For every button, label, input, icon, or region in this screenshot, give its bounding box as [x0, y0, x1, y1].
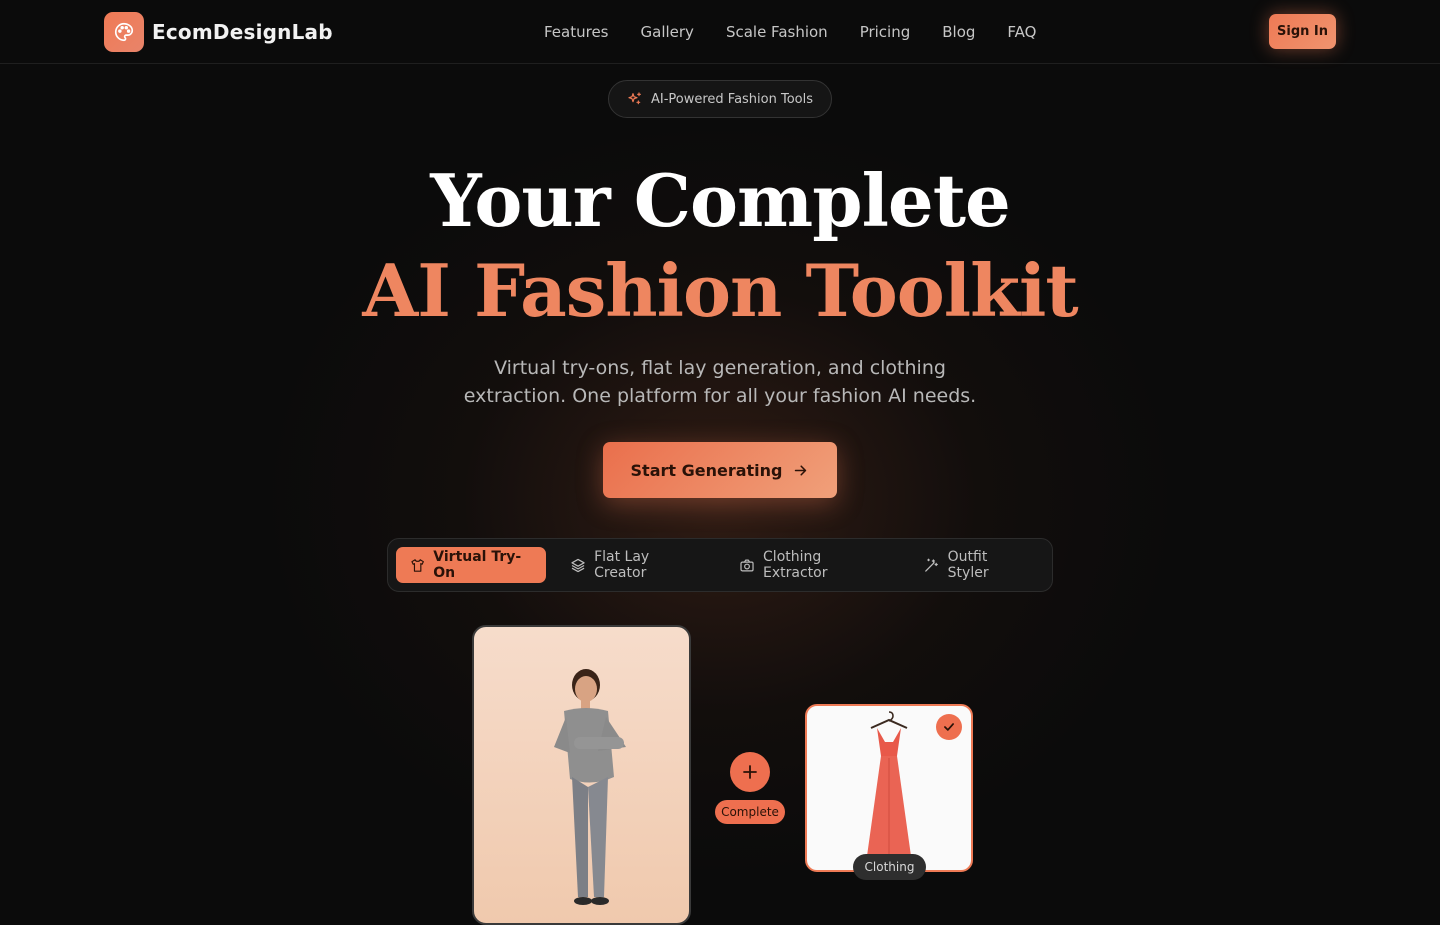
sparkles-icon: [628, 92, 641, 105]
nav-item-features[interactable]: Features: [544, 20, 609, 44]
hero-subtitle: Virtual try-ons, flat lay generation, an…: [463, 357, 977, 407]
model-image: [554, 669, 626, 905]
tab-label: Flat Lay Creator: [594, 549, 650, 581]
arrow-right-icon: [795, 464, 807, 476]
brand-name: EcomDesignLab: [152, 20, 333, 44]
hero-title-line-2: AI Fashion Toolkit: [362, 248, 1078, 333]
nav-item-blog[interactable]: Blog: [942, 20, 975, 44]
nav-item-scale-fashion[interactable]: Scale Fashion: [726, 20, 828, 44]
site-header: EcomDesignLab Features Gallery Scale Fas…: [0, 0, 1440, 64]
nav-item-faq[interactable]: FAQ: [1007, 20, 1036, 44]
main-nav: Features Gallery Scale Fashion Pricing B…: [544, 20, 1068, 44]
plus-icon: [743, 765, 757, 779]
model-photo-card[interactable]: [472, 625, 691, 925]
complete-label: Complete: [715, 800, 785, 824]
palette-icon: [104, 12, 144, 52]
brand-logo[interactable]: EcomDesignLab: [104, 12, 333, 52]
tab-flat-lay-creator[interactable]: Flat Lay Creator: [556, 547, 714, 583]
layers-icon: [571, 558, 585, 572]
nav-item-pricing[interactable]: Pricing: [860, 20, 911, 44]
tab-label: Outfit Styler: [947, 549, 989, 581]
nav-item-gallery[interactable]: Gallery: [641, 20, 694, 44]
tab-virtual-try-on[interactable]: Virtual Try-On: [396, 547, 546, 583]
tool-tabs: Virtual Try-On Flat Lay Creator Clothing…: [387, 538, 1053, 592]
selected-check-icon: [936, 714, 962, 740]
shirt-icon: [411, 558, 424, 572]
hero-badge-text: AI-Powered Fashion Tools: [650, 91, 814, 107]
sign-in-button[interactable]: Sign In: [1269, 14, 1336, 49]
camera-icon: [740, 559, 754, 571]
add-button[interactable]: [730, 752, 770, 792]
tab-outfit-styler[interactable]: Outfit Styler: [909, 547, 1045, 583]
tab-clothing-extractor[interactable]: Clothing Extractor: [725, 547, 897, 583]
start-generating-button[interactable]: Start Generating: [603, 442, 837, 498]
hero-badge: AI-Powered Fashion Tools: [608, 80, 832, 118]
hero-title-line-1: Your Complete: [430, 158, 1011, 243]
magic-wand-icon: [925, 558, 938, 572]
tab-label: Virtual Try-On: [433, 549, 522, 581]
cta-label: Start Generating: [630, 460, 783, 480]
tab-label: Clothing Extractor: [763, 549, 828, 581]
clothing-label: Clothing: [853, 854, 926, 880]
